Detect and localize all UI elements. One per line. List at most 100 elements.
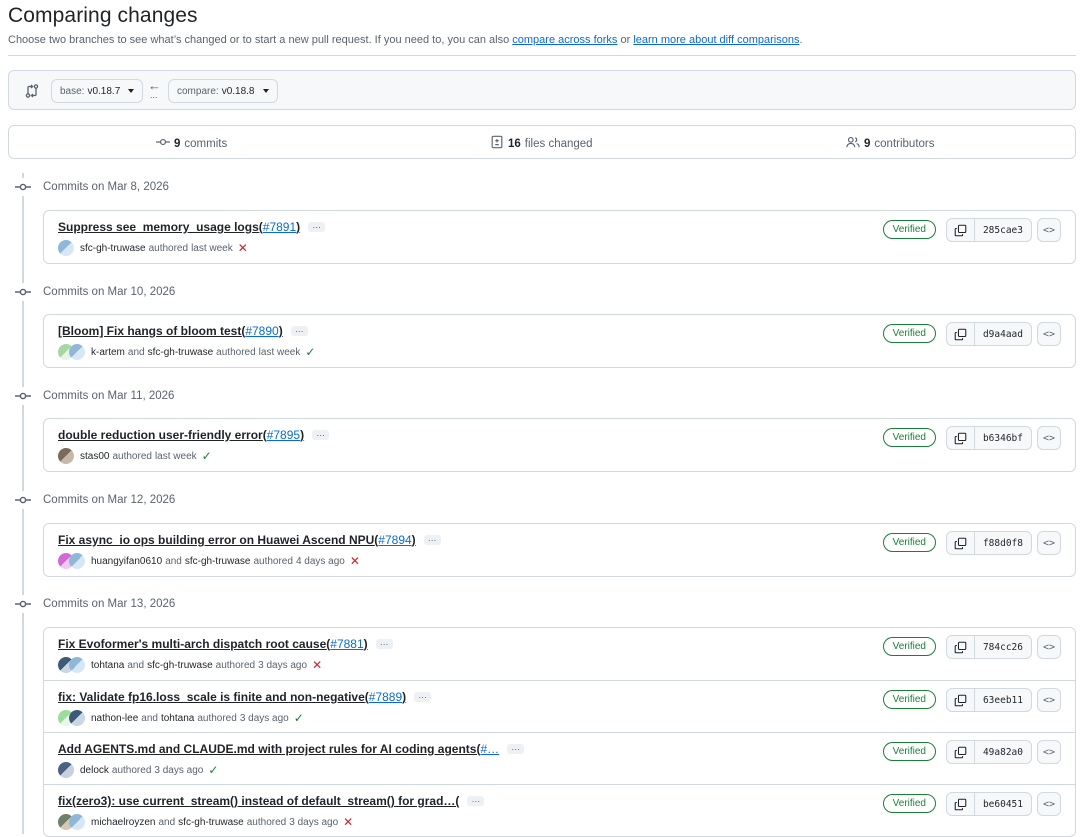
commit-message-link[interactable]: fix: Validate fp16.loss_scale is finite …: [58, 690, 365, 704]
expand-message-button[interactable]: …: [414, 691, 432, 702]
commit-message-link[interactable]: [Bloom] Fix hangs of bloom test: [58, 324, 241, 338]
copy-icon[interactable]: [947, 741, 975, 763]
avatar[interactable]: [69, 344, 85, 360]
pr-link[interactable]: #7891: [263, 220, 296, 234]
expand-message-button[interactable]: …: [507, 743, 525, 754]
browse-repo-button[interactable]: <>: [1037, 688, 1061, 712]
copy-icon[interactable]: [947, 793, 975, 815]
browse-repo-button[interactable]: <>: [1037, 792, 1061, 816]
check-icon[interactable]: ✓: [305, 345, 315, 359]
commit-author-link[interactable]: k-artem: [91, 347, 125, 358]
pr-link[interactable]: #7890: [245, 324, 278, 338]
expand-message-button[interactable]: …: [312, 429, 330, 440]
x-icon[interactable]: ✕: [343, 815, 353, 829]
commit-message-link[interactable]: Suppress see_memory_usage logs: [58, 220, 259, 234]
browse-repo-button[interactable]: <>: [1037, 531, 1061, 555]
browse-repo-button[interactable]: <>: [1037, 635, 1061, 659]
verified-badge[interactable]: Verified: [882, 742, 936, 761]
commit-sha-link[interactable]: 63eeb11: [975, 689, 1031, 711]
avatar[interactable]: [69, 710, 85, 726]
commit-message-link[interactable]: Fix async_io ops building error on Huawe…: [58, 533, 374, 547]
pr-link[interactable]: #7894: [378, 533, 411, 547]
commit-author-link[interactable]: michaelroyzen: [91, 817, 155, 828]
authored-text: authored: [246, 816, 287, 828]
avatar[interactable]: [58, 762, 74, 778]
browse-repo-button[interactable]: <>: [1037, 218, 1061, 242]
commit-message-link[interactable]: Fix Evoformer's multi-arch dispatch root…: [58, 637, 326, 651]
expand-message-button[interactable]: …: [308, 221, 326, 232]
check-icon[interactable]: ✓: [294, 711, 304, 725]
contributors-stat[interactable]: 9 contributors: [846, 135, 935, 152]
people-icon: [846, 135, 860, 152]
avatar[interactable]: [69, 553, 85, 569]
verified-badge[interactable]: Verified: [882, 428, 936, 447]
copy-icon[interactable]: [947, 219, 975, 241]
x-icon[interactable]: ✕: [312, 658, 322, 672]
verified-badge[interactable]: Verified: [882, 690, 936, 709]
commit-coauthor-link[interactable]: tohtana: [161, 713, 194, 724]
commit-author-link[interactable]: delock: [80, 765, 109, 776]
commit-message-link[interactable]: fix(zero3): use current_stream() instead…: [58, 794, 455, 808]
browse-repo-button[interactable]: <>: [1037, 322, 1061, 346]
pr-link[interactable]: #7895: [267, 428, 300, 442]
commit-sha-link[interactable]: 784cc26: [975, 636, 1031, 658]
compare-branch-select[interactable]: compare: v0.18.8: [168, 79, 278, 103]
commit-sha-link[interactable]: 49a82a0: [975, 741, 1031, 763]
verified-badge[interactable]: Verified: [882, 324, 936, 343]
commit-sha-link[interactable]: d9a4aad: [975, 323, 1031, 345]
pr-close-paren: ): [402, 690, 407, 704]
avatar[interactable]: [69, 814, 85, 830]
commit-meta: k-artem and sfc-gh-truwase authored last wee…: [58, 344, 315, 360]
commit-coauthor-link[interactable]: sfc-gh-truwase: [178, 817, 244, 828]
x-icon[interactable]: ✕: [350, 554, 360, 568]
commit-author-link[interactable]: huangyifan0610: [91, 556, 162, 567]
expand-message-button[interactable]: …: [467, 795, 485, 806]
browse-repo-button[interactable]: <>: [1037, 426, 1061, 450]
compare-across-forks-link[interactable]: compare across forks: [512, 34, 617, 46]
copy-icon[interactable]: [947, 427, 975, 449]
base-branch-select[interactable]: base: v0.18.7: [51, 79, 144, 103]
x-icon[interactable]: ✕: [238, 241, 248, 255]
commit-author-link[interactable]: tohtana: [91, 660, 124, 671]
pr-link[interactable]: #…: [480, 742, 499, 756]
commit-coauthor-link[interactable]: sfc-gh-truwase: [147, 660, 213, 671]
check-icon[interactable]: ✓: [202, 449, 212, 463]
commits-stat[interactable]: 9 commits: [156, 135, 227, 152]
commit-author-link[interactable]: sfc-gh-truwase: [80, 243, 146, 254]
commit-coauthor-link[interactable]: sfc-gh-truwase: [185, 556, 251, 567]
expand-message-button[interactable]: …: [290, 325, 308, 336]
copy-icon[interactable]: [947, 636, 975, 658]
files-stat[interactable]: 16 files changed: [490, 135, 593, 152]
copy-icon[interactable]: [947, 323, 975, 345]
subtitle-or: or: [617, 34, 634, 46]
verified-badge[interactable]: Verified: [882, 220, 936, 239]
commit-sha-link[interactable]: 285cae3: [975, 219, 1031, 241]
commit-message-link[interactable]: Add AGENTS.md and CLAUDE.md with project…: [58, 742, 476, 756]
commit-group-header: Commits on Mar 12, 2026: [14, 491, 175, 509]
commit-coauthor-link[interactable]: sfc-gh-truwase: [148, 347, 214, 358]
browse-repo-button[interactable]: <>: [1037, 740, 1061, 764]
avatar[interactable]: [58, 240, 74, 256]
pr-link[interactable]: #7881: [330, 637, 363, 651]
commit-message-link[interactable]: double reduction user-friendly error: [58, 428, 263, 442]
commit-group-header: Commits on Mar 13, 2026: [14, 595, 175, 613]
expand-message-button[interactable]: …: [375, 638, 393, 649]
learn-more-link[interactable]: learn more about diff comparisons: [633, 34, 799, 46]
commit-author-link[interactable]: stas00: [80, 451, 109, 462]
check-icon[interactable]: ✓: [208, 763, 218, 777]
pr-link[interactable]: #7889: [369, 690, 402, 704]
verified-badge[interactable]: Verified: [882, 533, 936, 552]
copy-icon[interactable]: [947, 689, 975, 711]
commit-sha-link[interactable]: be60451: [975, 793, 1031, 815]
commit-sha-link[interactable]: f88d0f8: [975, 532, 1031, 554]
commit-sha-link[interactable]: b6346bf: [975, 427, 1031, 449]
avatar[interactable]: [69, 657, 85, 673]
commit-row: fix(zero3): use current_stream() instead…: [44, 784, 1075, 836]
commit-row: [Bloom] Fix hangs of bloom test(#7890)… k…: [44, 315, 1075, 367]
avatar[interactable]: [58, 448, 74, 464]
copy-icon[interactable]: [947, 532, 975, 554]
verified-badge[interactable]: Verified: [882, 794, 936, 813]
commit-author-link[interactable]: nathon-lee: [91, 713, 138, 724]
expand-message-button[interactable]: …: [423, 534, 441, 545]
verified-badge[interactable]: Verified: [882, 637, 936, 656]
